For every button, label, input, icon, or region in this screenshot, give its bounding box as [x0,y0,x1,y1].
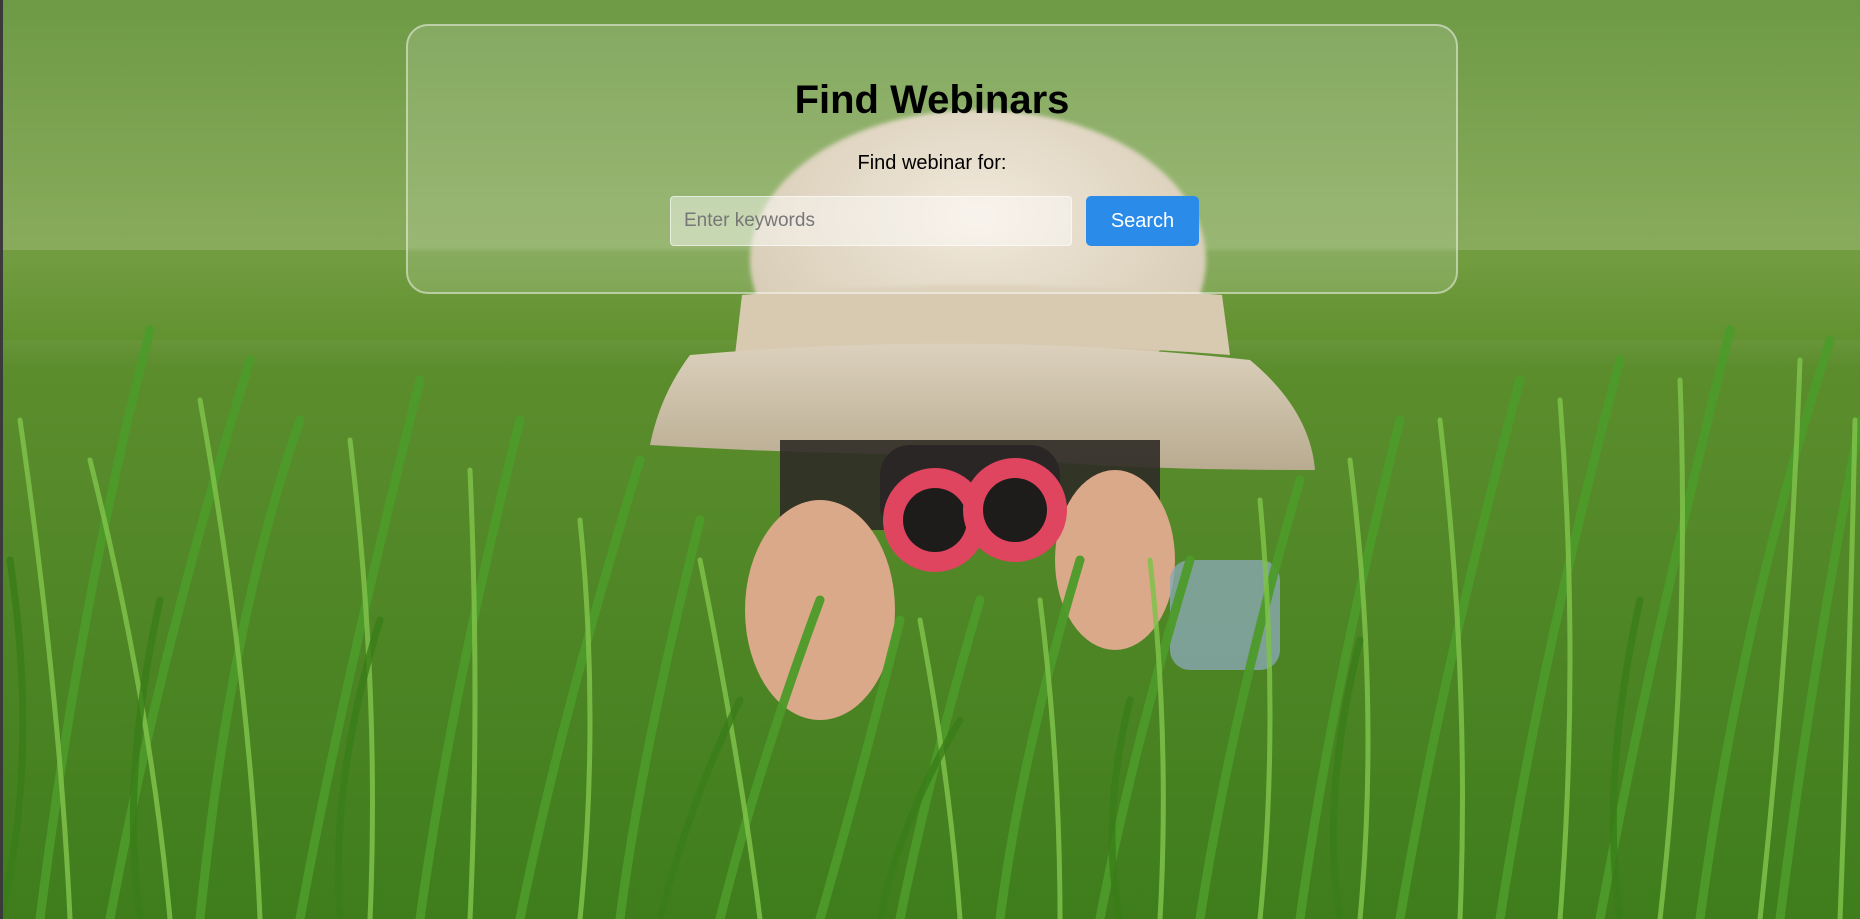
search-panel: Find Webinars Find webinar for: Search [406,24,1458,294]
page: Find Webinars Find webinar for: Search [0,0,1860,919]
search-label: Find webinar for: [857,152,1007,174]
search-row: Search [670,196,1199,246]
keyword-search-input[interactable] [670,196,1072,246]
window-edge [0,0,3,919]
search-button[interactable]: Search [1086,196,1199,246]
page-title: Find Webinars [794,78,1070,122]
